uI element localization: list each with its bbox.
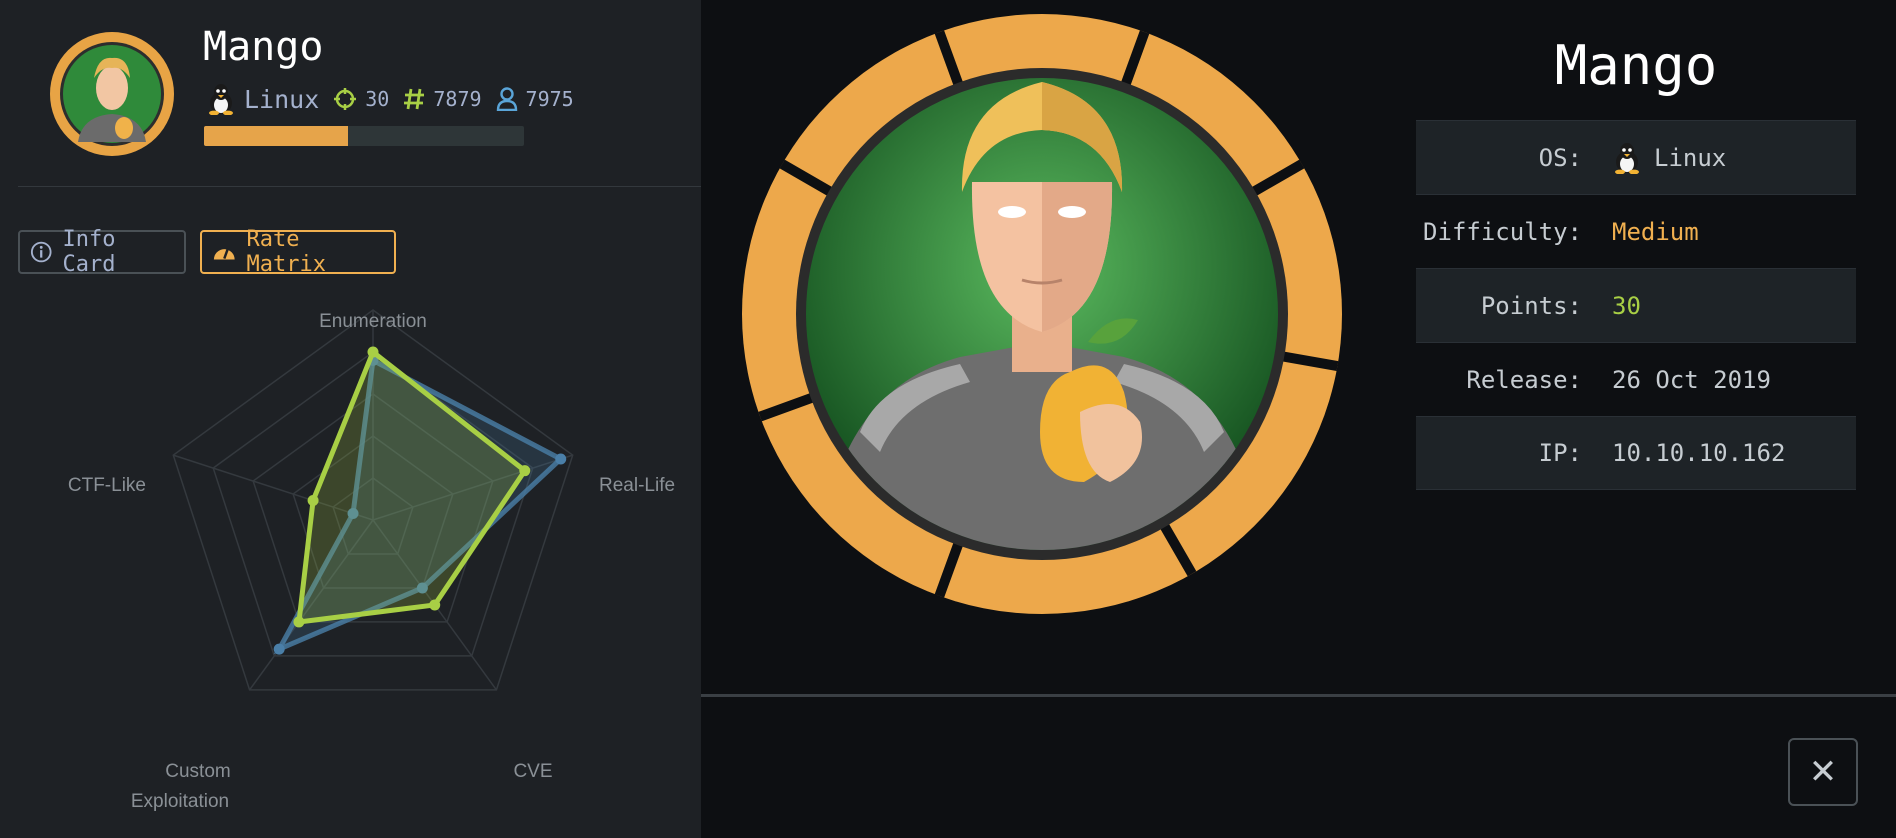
axis-label-custom: Custom (165, 761, 230, 782)
tux-icon (1615, 142, 1639, 174)
radar-series-0-point-3[interactable] (273, 643, 285, 655)
radar-series-1-point-2[interactable] (429, 599, 441, 611)
rate-matrix-label: Rate Matrix (246, 227, 327, 277)
machine-avatar-small (50, 32, 174, 156)
divider (18, 186, 701, 187)
info-icon (30, 241, 52, 263)
info-row-points: Points: 30 (1416, 268, 1856, 342)
machine-name: Mango (203, 24, 324, 70)
info-row-release: Release: 26 Oct 2019 (1416, 342, 1856, 416)
info-card-button[interactable]: Info Card (18, 227, 186, 277)
info-row-ip: IP: 10.10.10.162 (1416, 416, 1856, 490)
axis-label-ctf-like: CTF-Like (68, 475, 146, 496)
machine-info-table: OS: Linux Difficulty: Medium Points: 30 … (1416, 120, 1856, 490)
points-value: 30 (1612, 291, 1641, 320)
rate-matrix-chart: Enumeration Real-Life CVE Custom Exploit… (68, 309, 675, 812)
points-value: 30 (365, 87, 390, 111)
gauge-icon (213, 247, 235, 260)
difficulty-value: Medium (1612, 217, 1699, 246)
axis-label-enumeration: Enumeration (319, 311, 427, 332)
rate-matrix-button[interactable]: Rate Matrix (200, 227, 396, 277)
points-stat: 30 (333, 87, 389, 111)
os-label: OS: (1538, 143, 1582, 172)
info-card-label: Info Card (62, 227, 116, 277)
axis-label-exploitation: Exploitation (131, 791, 229, 812)
radar-series-1-point-0[interactable] (367, 346, 379, 358)
tux-icon (209, 84, 233, 115)
machine-stats: Linux 30 7879 7975 (206, 82, 588, 116)
axis-label-real-life: Real-Life (599, 475, 675, 496)
difficulty-label: Difficulty: (1423, 217, 1582, 246)
machine-avatar-large (742, 14, 1342, 614)
release-label: Release: (1466, 365, 1582, 394)
ip-label: IP: (1538, 439, 1582, 467)
radar-series-1-area (296, 347, 529, 625)
os-value: Linux (1612, 142, 1856, 174)
os-stat: Linux (206, 83, 319, 115)
radar-series-0-point-1[interactable] (555, 453, 567, 465)
user-icon (496, 87, 517, 111)
info-row-os: OS: Linux (1416, 120, 1856, 194)
crosshair-icon (334, 88, 357, 110)
radar-series-1-point-4[interactable] (307, 495, 319, 507)
root-owns-stat: 7975 (496, 87, 574, 111)
radar-series-1-point-3[interactable] (293, 616, 305, 628)
axis-label-cve: CVE (513, 761, 552, 782)
release-value: 26 Oct 2019 (1612, 365, 1771, 394)
ip-value: 10.10.10.162 (1612, 439, 1786, 467)
user-owns-stat: 7879 (403, 87, 482, 111)
points-label: Points: (1480, 291, 1582, 320)
machine-panel: Mango Linux 30 7879 7975 Info Card Rate … (0, 0, 701, 838)
radar-series-1-point-1[interactable] (519, 465, 531, 477)
os-value-text: Linux (1654, 143, 1727, 172)
hash-icon (404, 88, 425, 110)
user-owns-value: 7879 (433, 87, 482, 111)
details-title: Mango (1554, 34, 1718, 97)
details-divider (701, 694, 1896, 697)
progress-bar (204, 126, 524, 146)
progress-fill (204, 126, 348, 146)
close-button[interactable]: ✕ (1788, 738, 1858, 806)
root-owns-value: 7975 (525, 87, 574, 111)
info-row-difficulty: Difficulty: Medium (1416, 194, 1856, 268)
os-label: Linux (244, 84, 320, 114)
